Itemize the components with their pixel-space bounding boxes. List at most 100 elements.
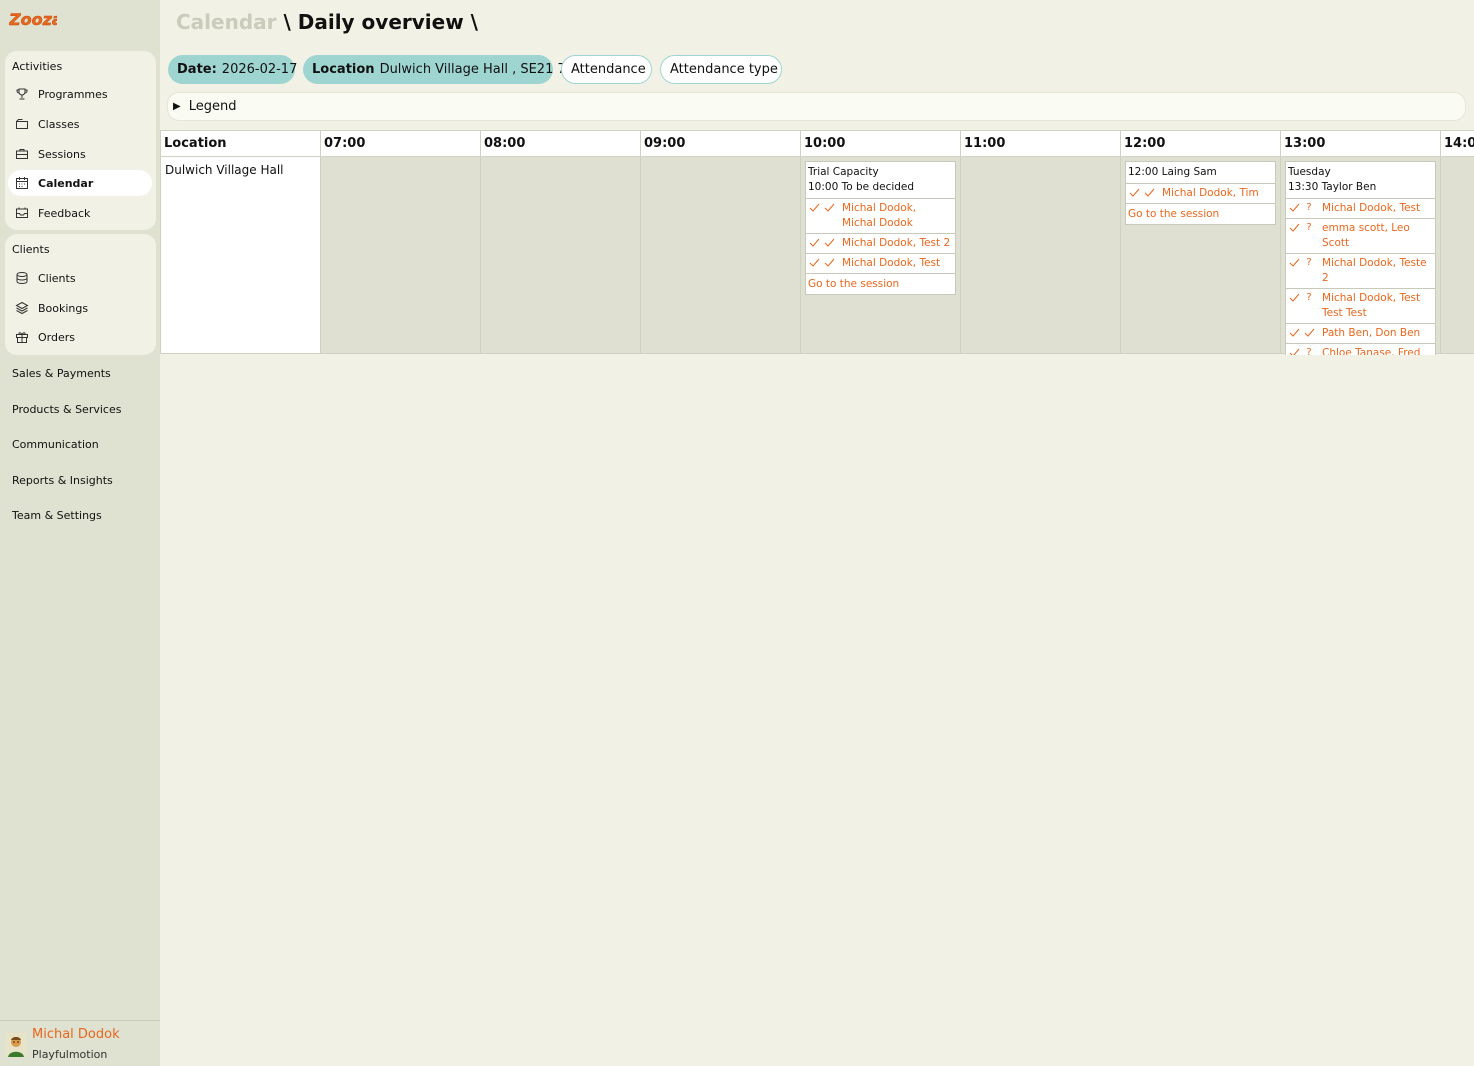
- inbox-icon: [16, 207, 28, 218]
- check-icon: [1288, 291, 1300, 304]
- sidebar-item-feedback[interactable]: Feedback: [8, 200, 152, 226]
- attendee-name[interactable]: Michal Dodok, Michal Dodok: [842, 201, 953, 231]
- check-icon: [808, 201, 820, 214]
- attendee-name[interactable]: Michal Dodok, Test: [1322, 201, 1420, 216]
- sidebar-item-sessions[interactable]: Sessions: [8, 141, 152, 167]
- attendee-name[interactable]: Michal Dodok, Test Test Test: [1322, 291, 1433, 321]
- attendee-name[interactable]: Michal Dodok, Tim: [1162, 186, 1259, 201]
- check-icon: [1128, 186, 1140, 199]
- session-card: Trial Capacity 10:00 To be decided Michal …: [805, 161, 956, 295]
- sidebar-item-clients[interactable]: Clients: [8, 265, 152, 291]
- attendee-row[interactable]: ? Chloe Tanase, Fred: [1286, 344, 1435, 355]
- nav-sales-payments[interactable]: Sales & Payments: [12, 367, 111, 380]
- sidebar-item-label: Clients: [38, 271, 76, 285]
- attendance-filter[interactable]: Attendance: [561, 55, 652, 84]
- sidebar-item-label: Calendar: [38, 176, 94, 190]
- session-time-instructor: 13:30 Taylor Ben: [1288, 181, 1377, 193]
- session-card: 12:00 Laing Sam Michal Dodok, Tim Go to th…: [1125, 161, 1276, 225]
- layers-icon: [15, 301, 29, 315]
- go-to-session-link[interactable]: Go to the session: [806, 274, 955, 294]
- attendee-row[interactable]: Path Ben, Don Ben: [1286, 324, 1435, 344]
- attendee-row[interactable]: ? Michal Dodok, Teste 2: [1286, 254, 1435, 289]
- attendance-marks: ?: [1288, 346, 1318, 355]
- attendee-name[interactable]: Path Ben, Don Ben: [1322, 326, 1420, 341]
- hour-column: [480, 156, 641, 354]
- sidebar-item-calendar[interactable]: Calendar: [8, 170, 152, 196]
- attendance-marks: ?: [1288, 221, 1318, 251]
- attendance-type-filter[interactable]: Attendance type: [660, 55, 782, 84]
- calendar-grid: Location 07:00 08:00 09:00 10:00 11:00 1…: [160, 130, 1474, 355]
- briefcase-icon: [16, 149, 28, 159]
- question-icon: ?: [1306, 347, 1312, 355]
- folder-icon: [16, 119, 28, 129]
- date-filter-label: Date:: [177, 62, 217, 77]
- user-name[interactable]: Michal Dodok: [32, 1027, 120, 1042]
- attendee-name[interactable]: Michal Dodok, Test 2: [842, 236, 950, 251]
- attendee-row[interactable]: Michal Dodok, Michal Dodok: [806, 199, 955, 234]
- nav-reports-insights[interactable]: Reports & Insights: [12, 474, 113, 487]
- zooza-logo[interactable]: Zooza: [9, 8, 57, 30]
- sidebar-item-orders[interactable]: Orders: [8, 324, 152, 350]
- hour-header: 10:00: [800, 130, 961, 157]
- hour-header: 13:00: [1280, 130, 1441, 157]
- date-filter[interactable]: Date: 2026-02-17: [168, 55, 297, 84]
- check-icon: [1288, 221, 1300, 234]
- session-card: Tuesday 13:30 Taylor Ben? Michal Dodok, Te…: [1285, 161, 1436, 355]
- check-icon: [1143, 186, 1155, 199]
- session-title: Tuesday: [1288, 166, 1331, 178]
- attendee-row[interactable]: Michal Dodok, Test: [806, 254, 955, 274]
- sidebar-item-label: Classes: [38, 117, 80, 131]
- check-icon: [823, 256, 835, 269]
- svg-text:Zooza: Zooza: [9, 10, 57, 29]
- attendee-row[interactable]: ? emma scott, Leo Scott: [1286, 219, 1435, 254]
- sidebar-item-label: Programmes: [38, 87, 108, 101]
- attendee-name[interactable]: Chloe Tanase, Fred: [1322, 346, 1420, 355]
- attendance-marks: [808, 256, 838, 271]
- nav-team-settings[interactable]: Team & Settings: [12, 509, 102, 522]
- location-column-header: Location: [160, 130, 321, 157]
- check-icon: [808, 256, 820, 269]
- question-icon: ?: [1306, 292, 1312, 303]
- attendee-name[interactable]: Michal Dodok, Teste 2: [1322, 256, 1433, 286]
- attendance-marks: ?: [1288, 201, 1318, 216]
- attendee-row[interactable]: ? Michal Dodok, Test: [1286, 199, 1435, 219]
- nav-group-activities: Activities Programmes Classes Sessions C…: [5, 51, 156, 230]
- check-icon: [1288, 346, 1300, 355]
- breadcrumb-calendar[interactable]: Calendar: [176, 10, 277, 34]
- location-filter[interactable]: Location Dulwich Village Hall , SE21 7BT: [303, 55, 583, 84]
- hour-header: 08:00: [480, 130, 641, 157]
- attendee-row[interactable]: Michal Dodok, Tim: [1126, 184, 1275, 204]
- sidebar-item-label: Feedback: [38, 206, 91, 220]
- question-icon: ?: [1306, 257, 1312, 268]
- sidebar-item-programmes[interactable]: Programmes: [8, 81, 152, 107]
- attendee-row[interactable]: Michal Dodok, Test 2: [806, 234, 955, 254]
- nav-communication[interactable]: Communication: [12, 438, 99, 451]
- disclosure-triangle-icon: ▶: [173, 101, 181, 112]
- database-icon: [16, 272, 28, 285]
- sidebar-item-classes[interactable]: Classes: [8, 111, 152, 137]
- nav-products-services[interactable]: Products & Services: [12, 403, 121, 416]
- group-title-activities: Activities: [12, 60, 63, 73]
- sidebar-item-label: Orders: [38, 330, 75, 344]
- page-title: Calendar \ Daily overview \: [176, 10, 478, 34]
- legend-toggle[interactable]: ▶ Legend: [167, 92, 1466, 121]
- sidebar-item-label: Bookings: [38, 301, 89, 315]
- location-cell: Dulwich Village Hall: [160, 156, 321, 354]
- attendee-name[interactable]: emma scott, Leo Scott: [1322, 221, 1433, 251]
- check-icon: [808, 236, 820, 249]
- sidebar-item-label: Sessions: [38, 147, 86, 161]
- go-to-session-link[interactable]: Go to the session: [1126, 204, 1275, 224]
- hour-column: [640, 156, 801, 354]
- breadcrumb-separator: \: [463, 10, 478, 34]
- attendance-marks: [1128, 186, 1158, 201]
- attendee-row[interactable]: ? Michal Dodok, Test Test Test: [1286, 289, 1435, 324]
- check-icon: [1303, 326, 1315, 339]
- calendar-icon: [16, 177, 28, 189]
- user-panel[interactable]: Michal Dodok Playfulmotion: [0, 1020, 160, 1066]
- question-icon: ?: [1306, 222, 1312, 233]
- attendee-name[interactable]: Michal Dodok, Test: [842, 256, 940, 271]
- breadcrumb-current: Daily overview: [297, 10, 464, 34]
- hour-column: [960, 156, 1121, 354]
- gift-icon: [16, 332, 28, 343]
- sidebar-item-bookings[interactable]: Bookings: [8, 295, 152, 321]
